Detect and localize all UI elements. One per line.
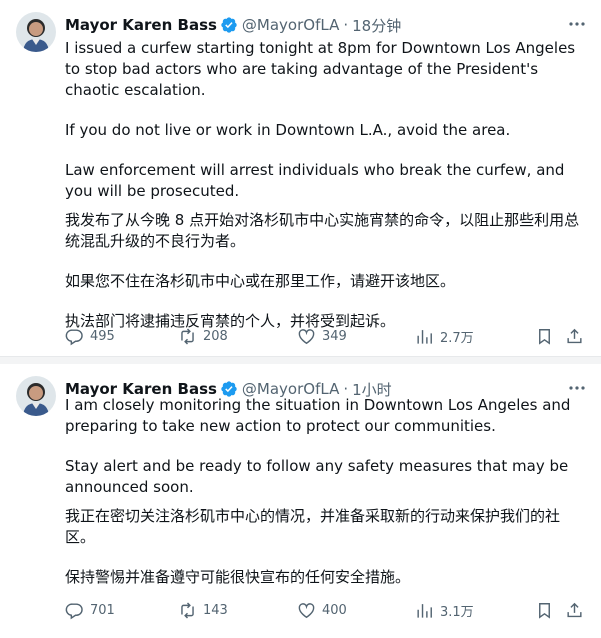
- views-icon: [417, 604, 432, 618]
- like-count: 400: [322, 603, 347, 618]
- tweet-text: I am closely monitoring the situation in…: [65, 395, 585, 588]
- tweet-paragraph: I issued a curfew starting tonight at 8p…: [65, 39, 576, 99]
- reply-button[interactable]: 701: [65, 601, 115, 620]
- like-button[interactable]: 349: [297, 327, 347, 346]
- separator-dot: ·: [343, 16, 349, 34]
- tweet-paragraph-translation: 如果您不住在洛杉矶市中心或在那里工作，请避开该地区。: [65, 272, 456, 290]
- bookmark-icon: [539, 603, 550, 619]
- bookmark-icon: [539, 329, 550, 345]
- repost-icon: [181, 602, 194, 619]
- bookmark-button[interactable]: [535, 327, 560, 346]
- tweet-text: I issued a curfew starting tonight at 8p…: [65, 38, 585, 332]
- tweet-paragraph-translation: 我发布了从今晚 8 点开始对洛杉矶市中心实施宵禁的命令，以阻止那些利用总统混乱升…: [65, 211, 580, 250]
- tweet-paragraph: I am closely monitoring the situation in…: [65, 396, 571, 435]
- share-button[interactable]: [565, 327, 590, 346]
- like-icon: [298, 329, 315, 345]
- share-button[interactable]: [565, 601, 590, 620]
- reply-count: 701: [90, 603, 115, 618]
- action-bar: 495 208 349 2.7万: [65, 327, 585, 349]
- tweet[interactable]: Mayor Karen Bass @MayorOfLA · 18分钟 I iss…: [0, 0, 601, 357]
- reply-count: 495: [90, 329, 115, 344]
- avatar[interactable]: [16, 376, 56, 416]
- bookmark-button[interactable]: [535, 601, 560, 620]
- tweet-paragraph: If you do not live or work in Downtown L…: [65, 121, 511, 139]
- share-icon: [567, 328, 582, 344]
- tweet-header: Mayor Karen Bass @MayorOfLA · 18分钟: [65, 14, 401, 36]
- repost-count: 208: [203, 329, 228, 344]
- more-icon[interactable]: [567, 14, 587, 34]
- tweet-paragraph-translation: 保持警惕并准备遵守可能很快宣布的任何安全措施。: [65, 568, 411, 586]
- verified-badge-icon: [220, 16, 238, 34]
- repost-icon: [181, 328, 194, 345]
- views-button[interactable]: 3.1万: [415, 601, 474, 620]
- views-count: 2.7万: [440, 331, 474, 346]
- reply-icon: [65, 603, 83, 620]
- author-handle[interactable]: @MayorOfLA: [242, 16, 339, 34]
- author-name[interactable]: Mayor Karen Bass: [65, 16, 217, 34]
- avatar[interactable]: [16, 12, 56, 52]
- like-icon: [298, 603, 315, 619]
- tweet-paragraph-translation: 我正在密切关注洛杉矶市中心的情况，并准备采取新的行动来保护我们的社区。: [65, 507, 561, 546]
- like-count: 349: [322, 329, 347, 344]
- repost-count: 143: [203, 603, 228, 618]
- tweet-paragraph: Law enforcement will arrest individuals …: [65, 161, 565, 200]
- views-button[interactable]: 2.7万: [415, 327, 474, 346]
- reply-icon: [65, 329, 83, 346]
- share-icon: [567, 602, 582, 618]
- timestamp[interactable]: 18分钟: [352, 15, 401, 36]
- views-count: 3.1万: [440, 605, 474, 620]
- reply-button[interactable]: 495: [65, 327, 115, 346]
- tweet-paragraph: Stay alert and be ready to follow any sa…: [65, 457, 569, 496]
- repost-button[interactable]: 143: [178, 601, 228, 620]
- like-button[interactable]: 400: [297, 601, 347, 620]
- tweet-divider: [0, 356, 601, 364]
- action-bar: 701 143 400 3.1万: [65, 601, 585, 623]
- repost-button[interactable]: 208: [178, 327, 228, 346]
- tweet[interactable]: Mayor Karen Bass @MayorOfLA · 1小时 I am c…: [0, 364, 601, 638]
- views-icon: [417, 330, 432, 344]
